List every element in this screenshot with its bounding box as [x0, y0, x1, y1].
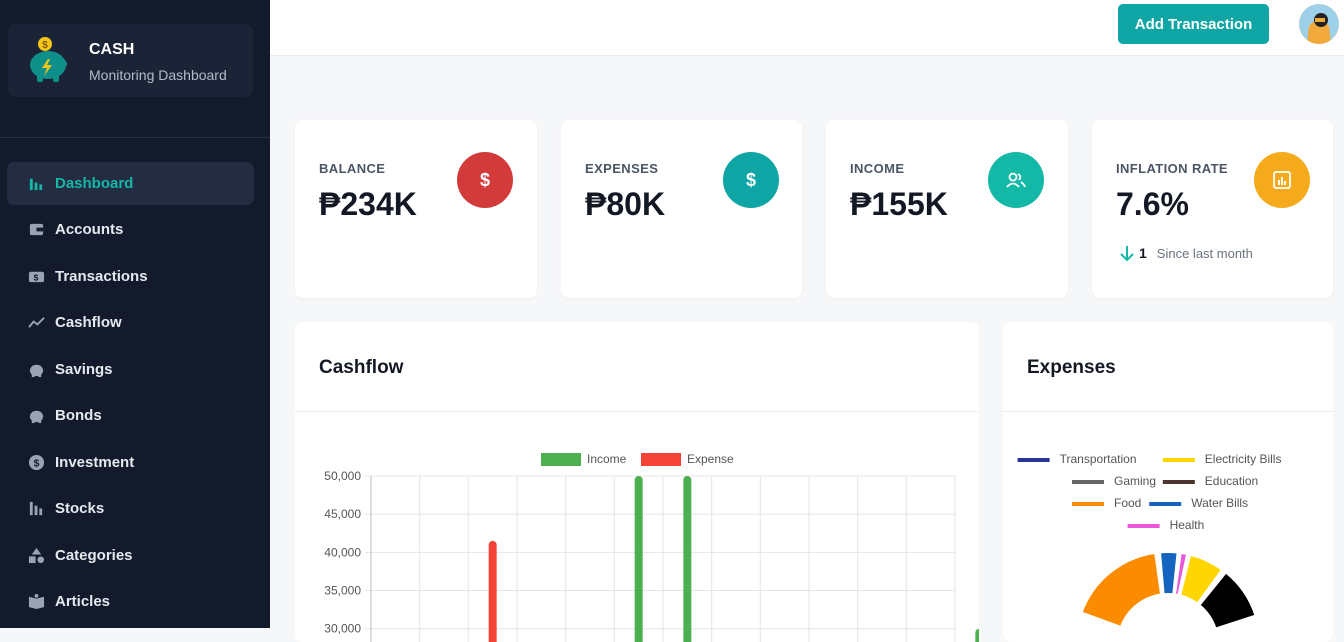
bar-income — [634, 476, 643, 642]
dollar-circle-icon: $ — [27, 454, 45, 472]
sidebar-item-investment[interactable]: $ Investment — [7, 441, 254, 484]
legend-label: Food — [1114, 496, 1141, 510]
wallet-icon — [27, 221, 45, 239]
sidebar-item-label: Investment — [55, 454, 135, 471]
svg-text:$: $ — [42, 40, 48, 51]
sidebar-divider — [0, 137, 270, 138]
sidebar-item-stocks[interactable]: Stocks — [7, 487, 254, 530]
sidebar-item-cashflow[interactable]: Cashflow — [7, 301, 254, 344]
building-chart-icon — [27, 500, 45, 518]
legend-swatch — [641, 453, 681, 466]
avatar[interactable] — [1299, 4, 1339, 44]
chart-box-icon — [1254, 152, 1310, 208]
sidebar-item-articles[interactable]: Articles — [7, 580, 254, 623]
sidebar-item-label: Categories — [55, 547, 133, 564]
legend-label: Electricity Bills — [1205, 452, 1282, 466]
trend-line-icon — [27, 314, 45, 332]
sidebar-item-label: Stocks — [55, 500, 105, 517]
svg-text:$: $ — [33, 272, 38, 282]
sidebar: $ CASH Monitoring Dashboard Dashboard Ac… — [0, 0, 270, 628]
card-label: EXPENSES — [585, 161, 659, 176]
card-label: INFLATION RATE — [1116, 161, 1228, 176]
brand-subtitle: Monitoring Dashboard — [89, 67, 227, 83]
legend-swatch — [541, 453, 581, 466]
y-tick-label: 40,000 — [324, 545, 361, 559]
change-indicator: 1 Since last month — [1118, 244, 1253, 262]
inflation-card: INFLATION RATE 7.6% 1 Since last month — [1092, 120, 1333, 298]
legend-swatch — [1127, 524, 1160, 528]
legend-swatch — [1149, 502, 1182, 506]
legend-label: Health — [1170, 518, 1205, 532]
balance-card: BALANCE ₱234K $ — [295, 120, 537, 298]
svg-text:$: $ — [480, 170, 490, 190]
sidebar-item-label: Bonds — [55, 407, 102, 424]
users-icon — [988, 152, 1044, 208]
bar-expense — [488, 540, 497, 642]
legend-label: Water Bills — [1191, 496, 1248, 510]
slice-food — [1080, 551, 1163, 629]
sidebar-item-savings[interactable]: Savings — [7, 348, 254, 391]
legend-swatch — [1017, 458, 1050, 462]
sidebar-item-label: Accounts — [55, 221, 124, 238]
sidebar-item-label: Dashboard — [55, 175, 134, 192]
cashflow-panel: Cashflow Income Expense 50,000 45,000 40,000… — [295, 322, 979, 642]
money-bill-icon: $ — [27, 268, 45, 286]
expenses-panel: Expenses Transportation Electricity Bills… — [1003, 322, 1333, 642]
user-avatar-icon — [1299, 4, 1339, 44]
sidebar-item-label: Cashflow — [55, 314, 122, 331]
card-value: ₱155K — [850, 186, 948, 222]
since-label: Since last month — [1156, 245, 1253, 261]
y-tick-label: 35,000 — [324, 584, 361, 598]
brand-title: CASH — [89, 41, 135, 58]
piggy-bank-icon — [27, 361, 45, 379]
bar-income — [975, 628, 979, 642]
svg-text:$: $ — [33, 458, 39, 469]
sidebar-item-dashboard[interactable]: Dashboard — [7, 162, 254, 205]
piggy-bank-icon: $ — [30, 37, 67, 82]
income-card: INCOME ₱155K — [826, 120, 1068, 298]
sidebar-item-accounts[interactable]: Accounts — [7, 208, 254, 251]
card-value: ₱234K — [319, 186, 417, 222]
y-tick-label: 45,000 — [324, 507, 361, 521]
sidebar-item-categories[interactable]: Categories — [7, 534, 254, 577]
sidebar-item-bonds[interactable]: Bonds — [7, 394, 254, 437]
legend-swatch — [1072, 480, 1104, 484]
arrow-down-icon — [1120, 246, 1134, 262]
expenses-chart: Transportation Electricity Bills Gaming Edu… — [1017, 452, 1282, 630]
card-label: BALANCE — [319, 161, 386, 176]
svg-text:$: $ — [746, 170, 756, 190]
shapes-icon — [27, 547, 45, 565]
legend-swatch — [1072, 502, 1104, 506]
change-value: 1 — [1139, 245, 1147, 261]
card-label: INCOME — [850, 161, 905, 176]
brand[interactable]: $ CASH Monitoring Dashboard — [8, 24, 253, 97]
sidebar-item-label: Transactions — [55, 268, 148, 285]
card-value: 7.6% — [1116, 186, 1189, 222]
legend-label: Transportation — [1060, 452, 1137, 466]
expenses-card: EXPENSES ₱80K $ — [561, 120, 802, 298]
legend-swatch — [1162, 458, 1195, 462]
legend-swatch — [1162, 480, 1195, 484]
legend-label: Gaming — [1114, 474, 1156, 488]
dollar-icon: $ — [457, 152, 513, 208]
y-tick-label: 30,000 — [324, 622, 361, 636]
sidebar-item-transactions[interactable]: $ Transactions — [7, 255, 254, 298]
bar-income — [683, 476, 692, 642]
cashflow-chart: Income Expense 50,000 45,000 40,000 35,000 30,… — [324, 452, 979, 642]
add-transaction-button[interactable]: Add Transaction — [1118, 4, 1269, 44]
card-value: ₱80K — [585, 186, 666, 222]
sidebar-item-label: Savings — [55, 361, 113, 378]
legend-label: Education — [1205, 474, 1258, 488]
bar-chart-icon — [27, 175, 45, 193]
book-icon — [27, 593, 45, 611]
legend-label: Expense — [687, 452, 734, 466]
sidebar-item-label: Articles — [55, 593, 111, 610]
legend-label: Income — [587, 452, 627, 466]
dollar-icon: $ — [723, 152, 779, 208]
piggy-bank-icon — [27, 407, 45, 425]
y-tick-label: 50,000 — [324, 469, 361, 483]
